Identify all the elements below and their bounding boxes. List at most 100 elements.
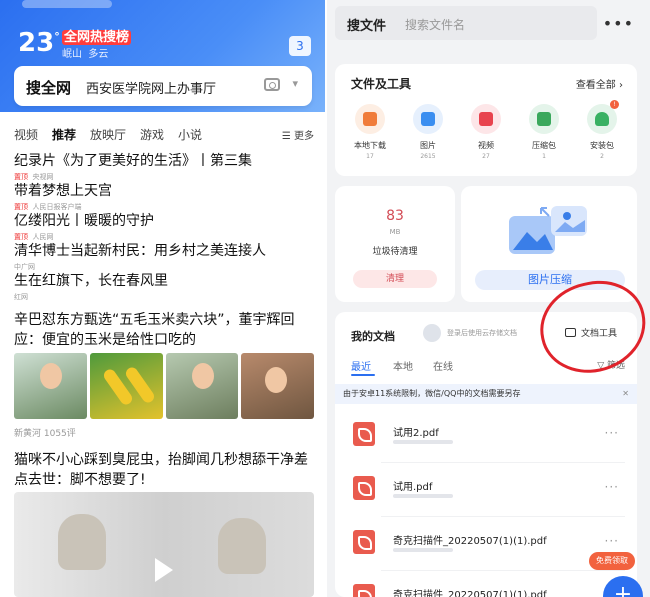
news-thumbnail[interactable]	[14, 353, 87, 419]
search-label: 搜文件	[347, 19, 387, 34]
news-title[interactable]: 清华博士当起新村民：用乡村之美连接人	[14, 240, 314, 260]
tab-recent[interactable]: 最近	[351, 358, 371, 373]
news-title[interactable]: 生在红旗下，长在春风里	[14, 270, 314, 290]
more-icon[interactable]: ···	[605, 480, 619, 494]
tab-local[interactable]: 本地	[393, 358, 413, 373]
junk-clean-card[interactable]: 83 MB 垃圾待清理 清理	[335, 186, 455, 302]
pdf-icon	[353, 584, 375, 597]
news-title[interactable]: 带着梦想上天宫	[14, 180, 314, 200]
news-title[interactable]: 辛巴怼东方甄选“五毛玉米卖六块”，董宇辉回应：便宜的玉米是给性口吃的	[14, 310, 314, 350]
clean-button[interactable]: 清理	[353, 270, 437, 288]
list-item[interactable]: 清华博士当起新村民：用乡村之美连接人 中广网	[14, 240, 314, 272]
news-title[interactable]: 纪录片《为了更美好的生活》丨第三集	[14, 150, 314, 170]
avatar[interactable]	[423, 324, 441, 342]
feed-tabs: 视频 推荐 放映厅 游戏 小说 ☰ 更多	[14, 126, 314, 144]
tab-novels[interactable]: 小说	[178, 126, 202, 143]
list-item[interactable]: 亿缕阳光丨暖暖的守护 置顶 人民网	[14, 210, 314, 242]
news-title[interactable]: 猫咪不小心踩到臭屁虫，抬脚闻几秒想舔干净差点去世：脚不想要了!	[14, 450, 314, 490]
notification-badge: !	[610, 100, 619, 109]
search-bar[interactable]: 搜全网 西安医学院网上办事厅 ▾	[14, 66, 312, 106]
search-query[interactable]: 西安医学院网上办事厅	[86, 78, 216, 97]
file-name[interactable]: 奇克扫描件_20220507(1)(1).pdf	[393, 586, 547, 597]
search-brand: 搜全网	[26, 79, 72, 97]
tab-games[interactable]: 游戏	[140, 126, 164, 143]
file-row[interactable]: 奇克扫描件_20220507(1)(1).pdf	[347, 576, 637, 597]
file-search-bar[interactable]: 搜文件 搜索文件名	[335, 6, 597, 40]
tool-videos[interactable]: 视频 27	[461, 104, 511, 160]
toolbox-icon	[565, 328, 576, 337]
file-details	[393, 494, 453, 498]
video-thumbnail[interactable]	[14, 492, 314, 597]
notice-banner: 由于安卓11系统限制，微信/QQ中的文档需要另存 ✕	[335, 384, 637, 404]
close-icon[interactable]: ✕	[622, 384, 629, 404]
docs-title: 我的文档	[351, 330, 395, 343]
list-item[interactable]: 辛巴怼东方甄选“五毛玉米卖六块”，董宇辉回应：便宜的玉米是给性口吃的	[14, 310, 314, 350]
news-thumbnail[interactable]	[165, 353, 239, 419]
news-meta: 红网	[14, 293, 28, 301]
news-title[interactable]: 亿缕阳光丨暖暖的守护	[14, 210, 314, 230]
image-compress-icon	[509, 206, 587, 254]
news-image-row[interactable]	[14, 353, 314, 419]
file-name[interactable]: 奇克扫描件_20220507(1)(1).pdf	[393, 532, 547, 547]
divider	[381, 570, 625, 571]
login-prompt[interactable]: 登录后使用云存储文档	[447, 328, 517, 338]
list-item-meta: 新黄河 1055评	[14, 424, 314, 439]
tool-archives[interactable]: 压缩包 1	[519, 104, 569, 160]
cat-image	[218, 518, 266, 574]
weather-location: 岷山 多云	[62, 49, 109, 60]
weather-header: 23° 全网热搜榜 岷山 多云 3 搜全网 西安医学院网上办事厅 ▾	[0, 0, 325, 112]
filter-button[interactable]: ▽ 筛选	[597, 358, 625, 371]
tab-recommend[interactable]: 推荐	[52, 126, 76, 143]
list-item[interactable]: 纪录片《为了更美好的生活》丨第三集 置顶 央视网	[14, 150, 314, 182]
temperature: 23°	[18, 28, 60, 58]
junk-unit: MB	[389, 228, 401, 236]
more-icon[interactable]: ···	[605, 534, 619, 548]
view-all-link[interactable]: 查看全部 ›	[576, 76, 623, 91]
tab-theater[interactable]: 放映厅	[90, 126, 126, 143]
cat-image	[58, 514, 106, 570]
document-tools-button[interactable]: 文档工具	[565, 326, 617, 339]
search-placeholder[interactable]: 搜索文件名	[405, 16, 465, 33]
image-compress-button[interactable]: 图片压缩	[475, 270, 625, 290]
file-details	[393, 440, 453, 444]
pdf-icon	[353, 530, 375, 554]
news-thumbnail[interactable]	[89, 353, 163, 419]
file-details	[393, 548, 453, 552]
card-title: 文件及工具	[351, 77, 412, 91]
files-tools-card: 文件及工具 查看全部 › 本地下载 17 图片 2615 视频 27 压缩包 1 ! 安…	[335, 64, 637, 176]
file-row[interactable]: 试用2.pdf ···	[347, 414, 637, 460]
pdf-icon	[353, 476, 375, 500]
news-thumbnail[interactable]	[241, 353, 314, 419]
list-item[interactable]: 猫咪不小心踩到臭屁虫，抬脚闻几秒想舔干净差点去世：脚不想要了!	[14, 450, 314, 490]
chevron-down-icon[interactable]: ▾	[292, 77, 298, 90]
image-compress-card[interactable]: 图片压缩	[461, 186, 637, 302]
status-bar	[22, 0, 112, 8]
play-icon[interactable]	[155, 558, 173, 582]
more-tabs-button[interactable]: ☰ 更多	[282, 127, 314, 142]
news-meta: 新黄河 1055评	[14, 429, 76, 439]
file-manager-panel: 搜文件 搜索文件名 ••• 文件及工具 查看全部 › 本地下载 17 图片 2615…	[327, 0, 650, 597]
browser-panel: 23° 全网热搜榜 岷山 多云 3 搜全网 西安医学院网上办事厅 ▾ 视频 推荐…	[0, 0, 325, 597]
tool-images[interactable]: 图片 2615	[403, 104, 453, 160]
tab-video[interactable]: 视频	[14, 126, 38, 143]
hot-search-link[interactable]: 全网热搜榜	[62, 26, 132, 45]
more-icon[interactable]: ···	[605, 426, 619, 440]
junk-size: 83	[386, 208, 404, 224]
file-name[interactable]: 试用.pdf	[393, 478, 432, 493]
active-tab-indicator	[351, 374, 375, 376]
list-item[interactable]: 生在红旗下，长在春风里 红网	[14, 270, 314, 302]
divider	[381, 462, 625, 463]
tab-online[interactable]: 在线	[433, 358, 453, 373]
divider	[381, 516, 625, 517]
file-row[interactable]: 试用.pdf ···	[347, 468, 637, 514]
pdf-icon	[353, 422, 375, 446]
file-name[interactable]: 试用2.pdf	[393, 424, 439, 439]
promo-tag[interactable]: 免费领取	[589, 552, 635, 570]
tool-installers[interactable]: ! 安装包 2	[577, 100, 627, 160]
camera-icon[interactable]	[264, 78, 280, 91]
tab-count-button[interactable]: 3	[289, 36, 311, 56]
tool-local-download[interactable]: 本地下载 17	[345, 104, 395, 160]
list-item[interactable]: 带着梦想上天宫 置顶 人民日报客户端	[14, 180, 314, 212]
junk-label: 垃圾待清理	[372, 247, 418, 257]
more-options-icon[interactable]: •••	[603, 14, 634, 33]
